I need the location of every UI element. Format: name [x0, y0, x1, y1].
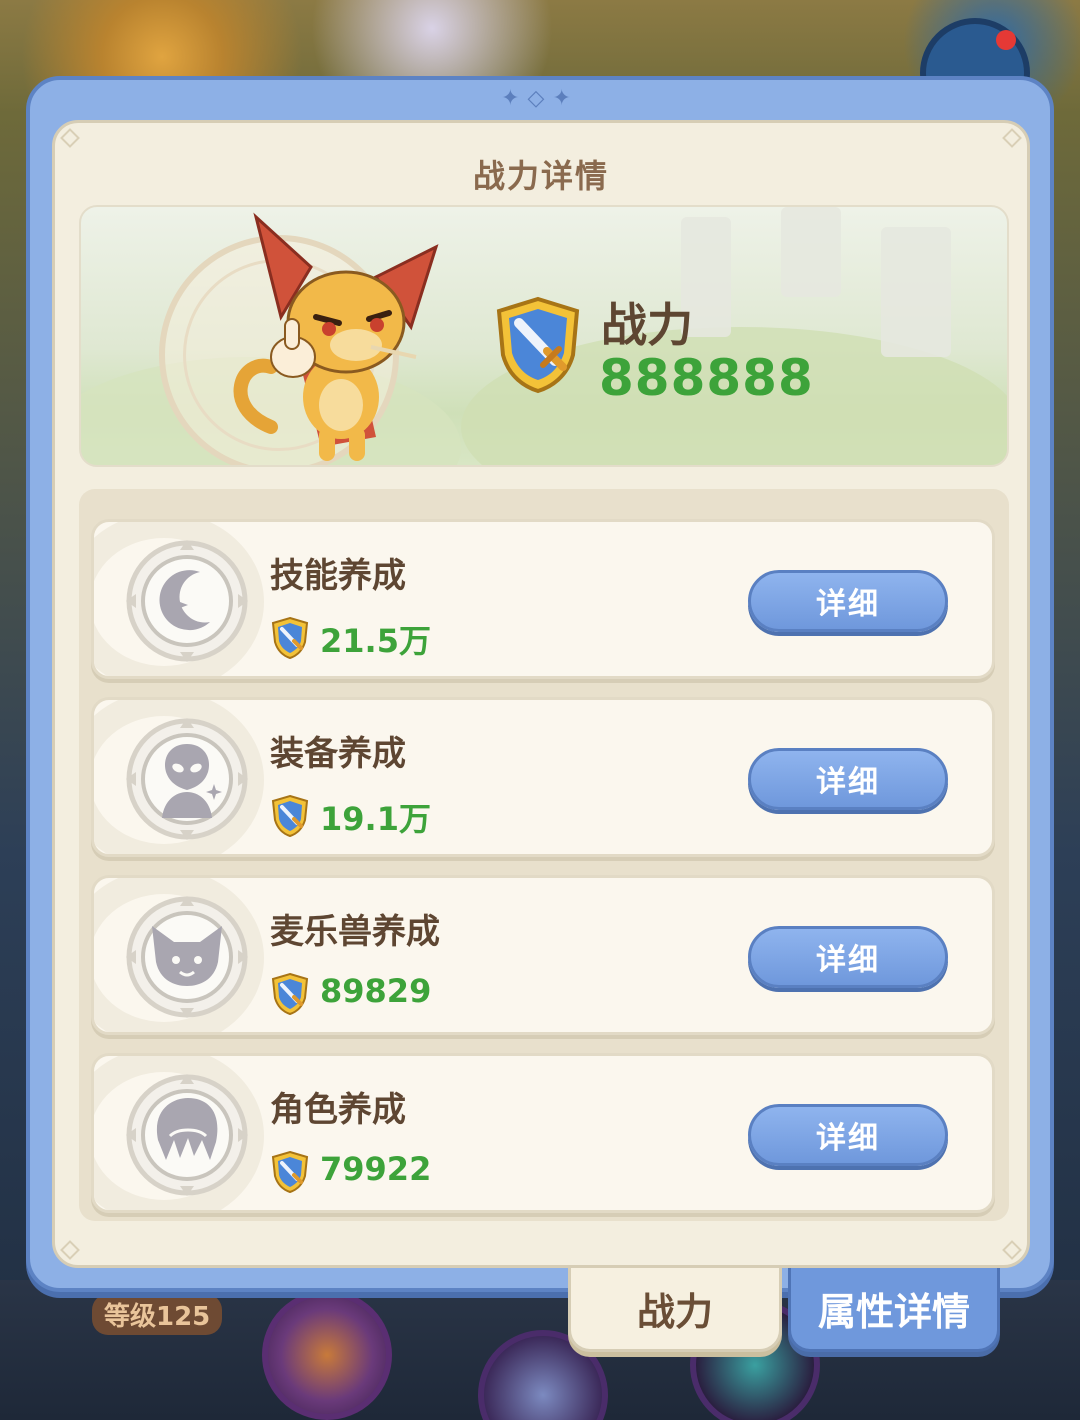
- power-detail-panel: ✦◇✦ 战力详情 战力 888888 技能养成 21.5万 详细 装备养成 19…: [26, 76, 1054, 1292]
- list-item-equipment: 装备养成 19.1万 详细: [91, 697, 995, 857]
- fox-face-icon: [126, 896, 248, 1018]
- sparkle-deco-icon: ✦◇✦: [501, 86, 579, 111]
- corner-deco-icon: [60, 1240, 80, 1260]
- power-shield-icon: [496, 296, 580, 394]
- power-label: 战力: [601, 298, 693, 352]
- row-name: 角色养成: [270, 1090, 406, 1130]
- panel-body: 战力详情 战力 888888 技能养成 21.5万 详细 装备养成 19.1万 …: [52, 120, 1030, 1268]
- detail-button[interactable]: 详细: [748, 570, 948, 632]
- row-power-value: 21.5万: [320, 622, 431, 660]
- alien-head-icon: [126, 718, 248, 840]
- detail-button[interactable]: 详细: [748, 1104, 948, 1166]
- skill-orb-icon[interactable]: [262, 1290, 392, 1420]
- corner-deco-icon: [1002, 1240, 1022, 1260]
- power-shield-icon: [271, 1150, 309, 1194]
- moon-star-icon: [126, 540, 248, 662]
- tab-power[interactable]: 战力: [568, 1268, 782, 1352]
- detail-button[interactable]: 详细: [748, 748, 948, 810]
- power-shield-icon: [271, 794, 309, 838]
- row-name: 装备养成: [270, 734, 406, 774]
- row-power-value: 19.1万: [320, 800, 431, 838]
- hero-cat-character-icon: [233, 212, 439, 461]
- hair-head-icon: [126, 1074, 248, 1196]
- row-name: 技能养成: [270, 556, 406, 596]
- level-chip: 等级125: [92, 1294, 223, 1335]
- power-shield-icon: [271, 972, 309, 1016]
- power-value: 888888: [599, 349, 814, 407]
- power-source-list: 技能养成 21.5万 详细 装备养成 19.1万 详细 麦乐兽养成 89829 …: [79, 489, 1009, 1221]
- row-power-value: 79922: [320, 1150, 432, 1188]
- list-item-skill: 技能养成 21.5万 详细: [91, 519, 995, 679]
- row-name: 麦乐兽养成: [270, 912, 440, 952]
- list-item-character: 角色养成 79922 详细: [91, 1053, 995, 1213]
- hero-banner: 战力 888888: [79, 205, 1009, 467]
- power-shield-icon: [271, 616, 309, 660]
- corner-deco-icon: [1002, 128, 1022, 148]
- tab-attribute-details[interactable]: 属性详情: [788, 1268, 1000, 1352]
- panel-title: 战力详情: [472, 157, 609, 195]
- corner-deco-icon: [60, 128, 80, 148]
- list-item-pet: 麦乐兽养成 89829 详细: [91, 875, 995, 1035]
- detail-button[interactable]: 详细: [748, 926, 948, 988]
- row-power-value: 89829: [320, 972, 432, 1010]
